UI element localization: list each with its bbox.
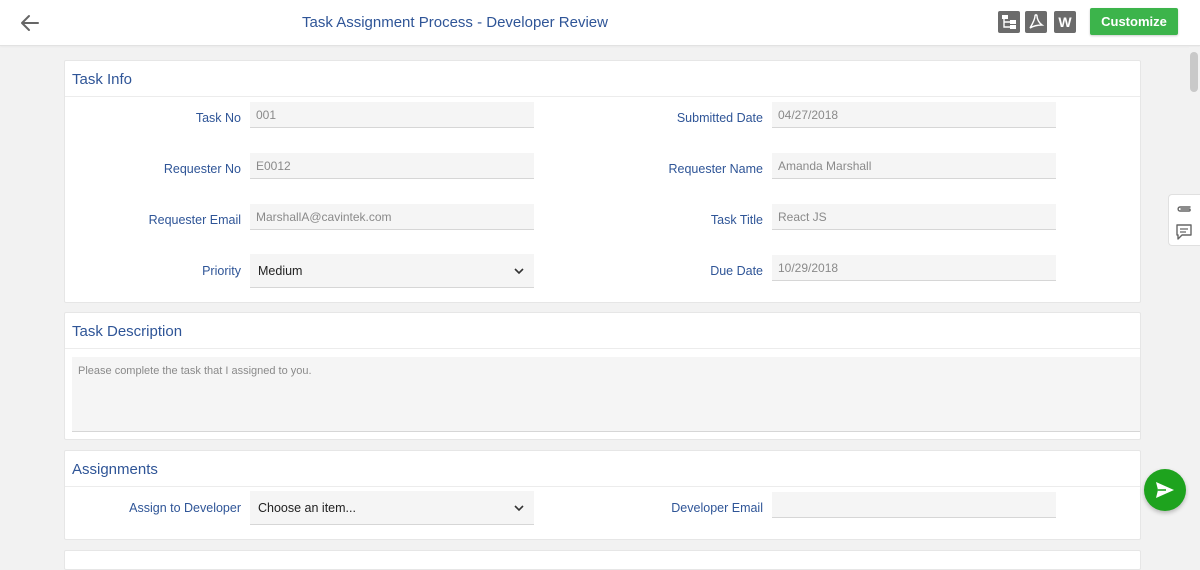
- hierarchy-icon[interactable]: [998, 11, 1020, 33]
- divider: [65, 348, 1140, 349]
- requester-name-field[interactable]: Amanda Marshall: [772, 153, 1056, 179]
- due-date-label: Due Date: [710, 264, 763, 278]
- comment-icon[interactable]: [1174, 223, 1194, 241]
- task-no-label: Task No: [195, 111, 241, 125]
- pdf-icon[interactable]: [1025, 11, 1047, 33]
- chevron-down-icon: [514, 504, 524, 511]
- assign-to-developer-select[interactable]: Choose an item...: [250, 491, 534, 525]
- task-description-title: Task Description: [72, 323, 183, 340]
- divider: [65, 486, 1140, 487]
- submitted-date-field[interactable]: 04/27/2018: [772, 102, 1056, 128]
- due-date-field[interactable]: 10/29/2018: [772, 255, 1056, 281]
- task-info-title: Task Info: [72, 71, 133, 88]
- next-card: [64, 550, 1141, 570]
- priority-select[interactable]: Medium: [250, 254, 534, 288]
- task-no-field[interactable]: 001: [250, 102, 534, 128]
- word-icon-label: W: [1058, 14, 1072, 30]
- task-description-textarea[interactable]: Please complete the task that I assigned…: [72, 357, 1140, 432]
- paperclip-icon[interactable]: [1174, 201, 1194, 219]
- assignments-title: Assignments: [72, 461, 158, 478]
- back-arrow-icon[interactable]: [18, 11, 42, 35]
- task-description-card: Task Description Please complete the tas…: [64, 312, 1141, 440]
- side-tools-tab: [1168, 194, 1200, 246]
- requester-name-label: Requester Name: [668, 162, 764, 176]
- developer-email-label: Developer Email: [671, 501, 763, 515]
- priority-label: Priority: [202, 264, 241, 278]
- customize-button[interactable]: Customize: [1090, 8, 1178, 35]
- assignments-card: Assignments Assign to Developer Choose a…: [64, 450, 1141, 540]
- requester-no-label: Requester No: [163, 162, 241, 176]
- requester-email-field[interactable]: MarshallA@cavintek.com: [250, 204, 534, 230]
- assign-to-developer-value: Choose an item...: [258, 500, 356, 515]
- requester-email-label: Requester Email: [148, 213, 241, 227]
- scrollbar-thumb[interactable]: [1190, 52, 1198, 92]
- submitted-date-label: Submitted Date: [676, 111, 763, 125]
- top-bar: Task Assignment Process - Developer Revi…: [0, 0, 1200, 46]
- task-info-card: Task Info Task No 001 Submitted Date 04/…: [64, 60, 1141, 303]
- divider: [65, 96, 1140, 97]
- scrollbar-track[interactable]: [1189, 47, 1200, 559]
- send-icon: [1156, 482, 1174, 498]
- task-title-field[interactable]: React JS: [772, 204, 1056, 230]
- assign-to-developer-label: Assign to Developer: [129, 501, 241, 515]
- word-icon[interactable]: W: [1054, 11, 1076, 33]
- page-title: Task Assignment Process - Developer Revi…: [302, 14, 608, 31]
- task-title-label: Task Title: [710, 213, 763, 227]
- send-button[interactable]: [1144, 469, 1186, 511]
- chevron-down-icon: [514, 267, 524, 274]
- priority-value: Medium: [258, 263, 303, 278]
- developer-email-field[interactable]: [772, 492, 1056, 518]
- requester-no-field[interactable]: E0012: [250, 153, 534, 179]
